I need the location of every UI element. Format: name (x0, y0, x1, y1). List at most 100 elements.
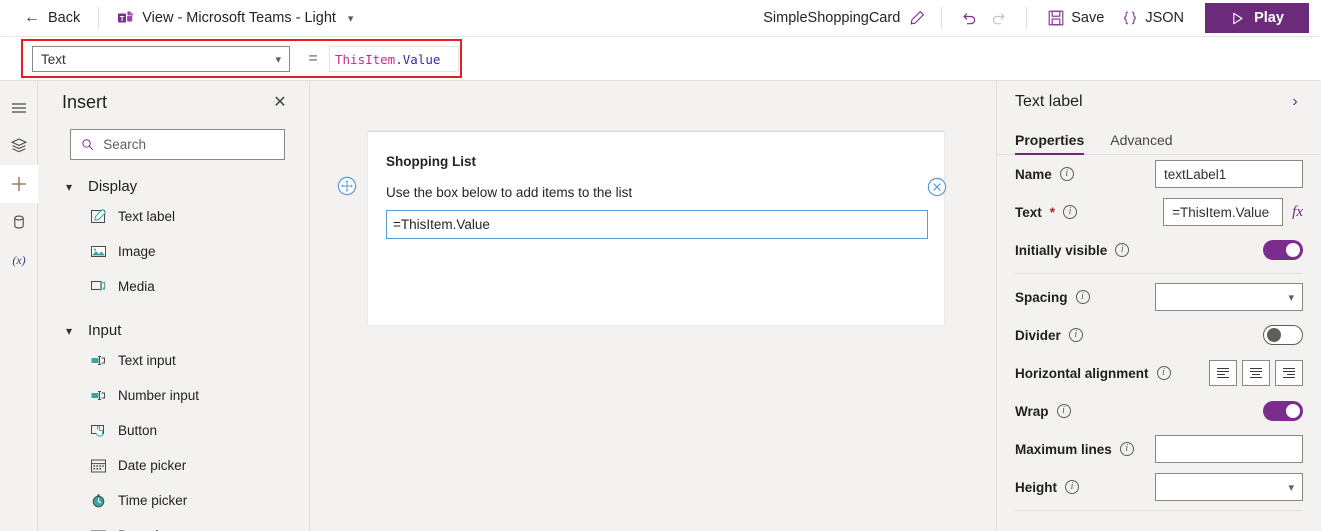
card-subtitle[interactable]: Use the box below to add items to the li… (386, 185, 632, 200)
svg-text:(x): (x) (12, 253, 25, 267)
property-dropdown-value: Text (41, 51, 66, 67)
insert-panel-title: Insert (62, 91, 108, 112)
property-control-group: ▾ (1155, 283, 1303, 311)
json-button[interactable]: JSON (1113, 4, 1193, 32)
insert-item-label: Button (118, 423, 158, 438)
back-button[interactable]: ← Back (18, 3, 86, 33)
insert-group-display[interactable]: ▾ Display (66, 178, 309, 195)
insert-item-media[interactable]: Media (38, 269, 309, 304)
info-icon[interactable]: i (1156, 366, 1171, 380)
info-icon[interactable]: i (1065, 480, 1079, 494)
insert-item-date-picker[interactable]: Date picker (38, 448, 309, 483)
app-name-button[interactable]: SimpleShoppingCard (759, 10, 929, 26)
property-row-wrap: Wrap i (997, 392, 1321, 430)
selected-text-label-control[interactable]: =ThisItem.Value (386, 210, 928, 239)
clock-icon (92, 494, 105, 508)
divider (98, 7, 100, 29)
properties-panel-header: Text label › (997, 81, 1321, 123)
text-property-input[interactable]: =ThisItem.Value (1163, 198, 1284, 226)
rail-item-tree-view[interactable] (0, 127, 38, 165)
info-icon[interactable]: i (1075, 290, 1090, 304)
equals-sign: = (303, 46, 323, 72)
divider (1015, 510, 1303, 511)
insert-item-label: Date picker (118, 458, 187, 473)
wrap-toggle[interactable] (1263, 401, 1303, 421)
app-canvas[interactable]: Shopping List Use the box below to add i… (310, 81, 996, 531)
tab-advanced[interactable]: Advanced (1110, 132, 1172, 154)
rail-item-variables[interactable]: (x) (0, 241, 38, 279)
search-input[interactable] (103, 137, 274, 152)
align-center-button[interactable] (1242, 360, 1270, 386)
undo-button[interactable] (954, 4, 984, 32)
align-right-button[interactable] (1275, 360, 1303, 386)
fx-formula-icon[interactable]: fx (1292, 204, 1303, 221)
property-row-text: Text * i =ThisItem.Value fx (997, 193, 1321, 231)
property-label: Height (1015, 479, 1057, 495)
redo-button[interactable] (984, 4, 1014, 32)
property-label: Text (1015, 204, 1042, 220)
chevron-right-icon[interactable]: › (1283, 90, 1307, 114)
property-label-group: Wrap i (1015, 404, 1071, 419)
toggle-knob (1286, 243, 1300, 257)
name-input-value: textLabel1 (1164, 166, 1227, 182)
info-icon[interactable]: i (1115, 243, 1130, 257)
search-box[interactable] (70, 129, 285, 160)
insert-item-time-picker[interactable]: Time picker (38, 483, 309, 518)
power-apps-studio: ← Back T View - Microsoft Teams - Light … (0, 0, 1321, 531)
chevron-down-icon: ▾ (1288, 481, 1294, 494)
chevron-down-icon: ▾ (66, 179, 73, 194)
rail-item-menu[interactable] (0, 89, 38, 127)
play-button[interactable]: Play (1205, 3, 1309, 33)
insert-item-text-label[interactable]: Text label (38, 199, 309, 234)
spacing-dropdown[interactable]: ▾ (1155, 283, 1303, 311)
top-command-bar: ← Back T View - Microsoft Teams - Light … (0, 0, 1321, 37)
maximum-lines-input[interactable] (1155, 435, 1303, 463)
align-left-button[interactable] (1209, 360, 1237, 386)
insert-group-input[interactable]: ▾ Input (66, 322, 309, 339)
toggle-knob (1286, 404, 1300, 418)
move-handle[interactable] (337, 176, 357, 196)
insert-item-text-input[interactable]: Text input (38, 343, 309, 378)
delete-handle[interactable] (927, 177, 947, 197)
insert-item-number-input[interactable]: Number input (38, 378, 309, 413)
property-dropdown[interactable]: Text ▾ (32, 46, 290, 72)
chevron-down-icon: ▾ (66, 323, 73, 338)
rail-item-insert[interactable] (0, 165, 38, 203)
property-label: Maximum lines (1015, 441, 1112, 457)
property-label: Name (1015, 166, 1052, 182)
name-input[interactable]: textLabel1 (1155, 160, 1303, 188)
formula-input[interactable]: ThisItem .Value (329, 46, 459, 72)
info-icon[interactable]: i (1063, 205, 1078, 219)
pencil-icon[interactable] (909, 10, 925, 26)
property-label-group: Initially visible i (1015, 243, 1130, 258)
property-row-height: Height i ▾ (997, 468, 1321, 506)
number-input-icon (91, 391, 105, 400)
tab-properties[interactable]: Properties (1015, 132, 1085, 155)
info-icon[interactable]: i (1068, 328, 1083, 342)
info-icon[interactable]: i (1119, 442, 1134, 456)
toggle-knob (1267, 328, 1281, 342)
property-label: Wrap (1015, 403, 1049, 419)
property-control-group (1263, 325, 1303, 345)
canvas-card[interactable]: Shopping List Use the box below to add i… (368, 131, 944, 325)
tab-label: Properties (1015, 132, 1085, 148)
insert-group-label: Display (88, 178, 138, 195)
insert-item-image[interactable]: Image (38, 234, 309, 269)
insert-item-button[interactable]: Button (38, 413, 309, 448)
align-left-icon (1217, 367, 1229, 379)
calendar-icon (91, 459, 106, 473)
height-dropdown[interactable]: ▾ (1155, 473, 1303, 501)
rail-item-data[interactable] (0, 203, 38, 241)
json-button-label: JSON (1145, 10, 1184, 26)
close-icon[interactable]: ✕ (267, 89, 293, 115)
screen-tab[interactable]: T View - Microsoft Teams - Light ▾ (111, 3, 359, 33)
info-icon[interactable]: i (1056, 404, 1071, 418)
info-icon[interactable]: i (1059, 167, 1074, 181)
initially-visible-toggle[interactable] (1263, 240, 1303, 260)
save-button[interactable]: Save (1039, 4, 1113, 32)
button-icon (91, 425, 104, 437)
insert-item-drop-down[interactable]: Drop down (38, 518, 309, 531)
align-center-icon (1250, 367, 1262, 379)
insert-item-label: Media (118, 279, 155, 294)
divider-toggle[interactable] (1263, 325, 1303, 345)
